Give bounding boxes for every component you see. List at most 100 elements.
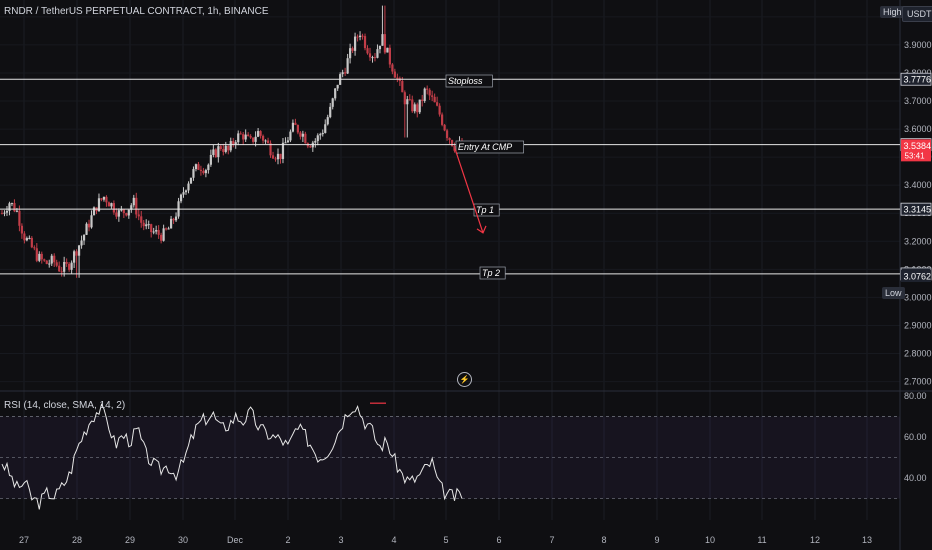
annotation-label: Tp 1 (476, 205, 494, 215)
candle-body (326, 117, 329, 125)
candle-body (301, 133, 304, 137)
candle-body (294, 122, 297, 125)
candle-body (363, 36, 367, 49)
candle-body (50, 255, 53, 264)
candle-body (309, 146, 312, 148)
candle-body (261, 135, 265, 141)
candle-body (28, 237, 31, 239)
candle-body (411, 99, 414, 112)
candle-body (105, 196, 108, 203)
candle-body (172, 218, 175, 221)
candle-body (82, 234, 86, 241)
candle-body (373, 57, 377, 59)
currency-button[interactable]: USDT (902, 6, 932, 22)
candle-body (48, 263, 51, 265)
candle-body (90, 215, 93, 228)
high-button[interactable]: High (880, 6, 905, 18)
candle-body (222, 148, 225, 152)
candle-body (65, 261, 68, 264)
candle-body (247, 134, 250, 137)
candle-body (371, 57, 374, 59)
candle-body (92, 207, 96, 216)
candle-body (60, 271, 63, 273)
candle-body (38, 253, 41, 261)
candle-body (33, 247, 36, 249)
candle-body (53, 255, 56, 263)
price-tick-label: 3.6000 (904, 124, 932, 134)
candle-body (5, 210, 9, 213)
rsi-tick-label: 80.00 (904, 391, 927, 401)
candle-body (15, 210, 19, 212)
low-button[interactable]: Low (882, 287, 905, 299)
level-price-label: 3.7776 (904, 75, 932, 85)
candle-body (366, 48, 369, 54)
x-tick-label: 7 (549, 535, 554, 545)
candle-body (396, 77, 399, 79)
chart-canvas[interactable]: 4.00003.90003.80003.70003.60003.50003.40… (0, 0, 932, 550)
candle-body (401, 81, 404, 93)
candle-body (416, 104, 419, 113)
candle-body (271, 155, 275, 159)
candle-body (155, 230, 158, 232)
candle-body (122, 209, 125, 214)
candle-body (58, 265, 61, 272)
candle-body (351, 48, 354, 51)
price-tick-label: 2.7000 (904, 377, 932, 387)
candle-body (388, 47, 391, 65)
candle-body (199, 169, 203, 171)
low-price-label: 3.0762 (904, 272, 932, 282)
x-tick-label: 29 (125, 535, 135, 545)
candle-body (324, 124, 327, 133)
candle-body (132, 197, 135, 206)
candle-body (232, 141, 235, 145)
candle-body (254, 136, 257, 142)
candle-body (87, 223, 91, 228)
candle-body (378, 45, 382, 50)
candle-body (3, 212, 6, 214)
candle-body (279, 153, 282, 159)
current-price-label: 3.5384 (904, 141, 932, 151)
candle-body (100, 198, 103, 200)
candle-body (406, 99, 409, 105)
candle-body (244, 134, 247, 140)
candle-body (145, 224, 148, 227)
candle-body (358, 35, 362, 38)
candle-body (431, 95, 434, 97)
candle-body (266, 140, 270, 144)
candle-body (286, 140, 290, 143)
candle-body (197, 164, 200, 170)
lightning-icon[interactable]: ⚡ (457, 372, 472, 387)
x-tick-label: Dec (227, 535, 244, 545)
candle-body (413, 104, 416, 112)
candle-body (110, 203, 113, 207)
x-tick-label: 30 (178, 535, 188, 545)
candle-body (35, 248, 38, 261)
candle-body (445, 130, 449, 139)
candle-body (30, 237, 33, 248)
candle-body (259, 131, 262, 136)
x-tick-label: 4 (391, 535, 396, 545)
candle-body (8, 203, 11, 211)
candle-body (212, 149, 215, 155)
candle-body (418, 99, 421, 113)
candle-body (264, 140, 267, 142)
annotation-label: Stoploss (448, 76, 483, 86)
candle-body (361, 35, 364, 37)
candle-body (147, 224, 150, 226)
candle-body (408, 99, 411, 101)
projection-arrow (454, 148, 484, 234)
candle-body (55, 262, 58, 266)
candle-body (18, 210, 21, 226)
candle-body (368, 53, 372, 58)
candle-body (117, 210, 120, 217)
candle-body (75, 251, 78, 256)
candle-body (242, 134, 245, 140)
candle-body (68, 263, 71, 270)
candle-body (85, 223, 88, 235)
rsi-indicator-title[interactable]: RSI (14, close, SMA, 14, 2) (4, 400, 125, 411)
candle-body (204, 170, 207, 174)
candle-body (217, 146, 220, 158)
candle-body (426, 88, 429, 90)
candle-body (334, 88, 337, 99)
candle-body (202, 170, 205, 174)
